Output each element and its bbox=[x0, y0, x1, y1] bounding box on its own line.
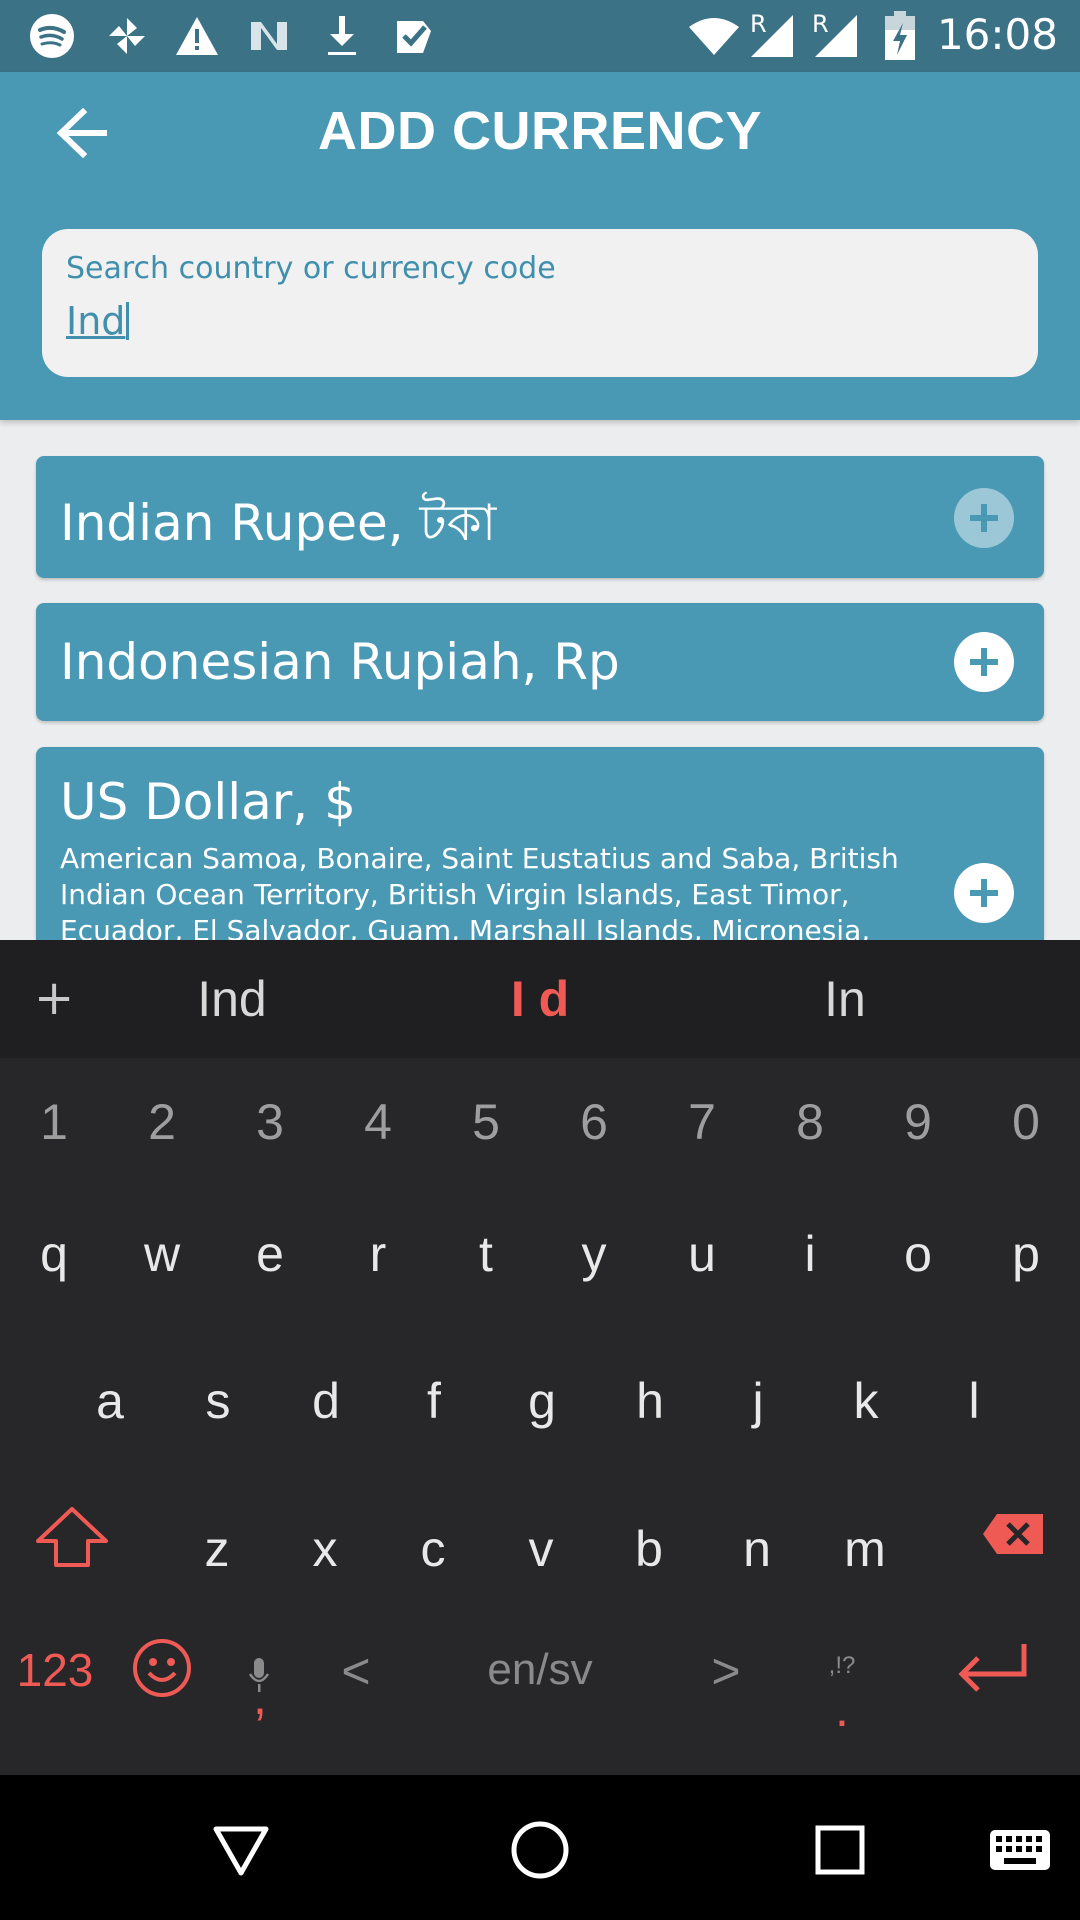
status-bar: R R 16:08 bbox=[0, 0, 1080, 72]
enter-icon bbox=[954, 1640, 1030, 1710]
pinwheel-icon bbox=[103, 12, 151, 60]
roaming-label: R bbox=[750, 10, 767, 38]
key-e[interactable]: e bbox=[230, 1225, 310, 1283]
key-p[interactable]: p bbox=[986, 1225, 1066, 1283]
comma-key[interactable]: , bbox=[220, 1668, 300, 1726]
key-r[interactable]: r bbox=[338, 1225, 418, 1283]
cursor-right-key[interactable]: > bbox=[686, 1642, 766, 1700]
back-nav-button[interactable] bbox=[206, 1815, 276, 1885]
enter-key[interactable] bbox=[950, 1640, 1034, 1710]
keyboard-icon bbox=[988, 1828, 1052, 1872]
currency-item-indonesian-rupiah[interactable]: Indonesian Rupiah, Rp bbox=[36, 603, 1044, 721]
key-m[interactable]: m bbox=[825, 1520, 905, 1578]
key-1[interactable]: 1 bbox=[14, 1093, 94, 1151]
home-nav-button[interactable] bbox=[505, 1815, 575, 1885]
currency-name: Indonesian Rupiah, Rp bbox=[60, 633, 620, 691]
key-5[interactable]: 5 bbox=[446, 1093, 526, 1151]
download-icon bbox=[318, 12, 366, 60]
key-k[interactable]: k bbox=[826, 1372, 906, 1430]
warning-icon bbox=[173, 12, 221, 60]
key-9[interactable]: 9 bbox=[878, 1093, 958, 1151]
key-c[interactable]: c bbox=[393, 1520, 473, 1578]
add-currency-button[interactable] bbox=[954, 488, 1014, 548]
numbers-mode-key[interactable]: 123 bbox=[10, 1643, 100, 1697]
key-t[interactable]: t bbox=[446, 1225, 526, 1283]
key-a[interactable]: a bbox=[70, 1372, 150, 1430]
key-s[interactable]: s bbox=[178, 1372, 258, 1430]
add-currency-button[interactable] bbox=[954, 632, 1014, 692]
app-bar: ADD CURRENCY Search country or currency … bbox=[0, 72, 1080, 420]
key-6[interactable]: 6 bbox=[554, 1093, 634, 1151]
key-d[interactable]: d bbox=[286, 1372, 366, 1430]
backspace-key[interactable] bbox=[978, 1510, 1048, 1568]
recents-square-icon bbox=[814, 1824, 866, 1876]
plus-icon bbox=[967, 876, 1001, 910]
key-h[interactable]: h bbox=[610, 1372, 690, 1430]
punctuation-hint: ,!? bbox=[828, 1652, 856, 1679]
roaming-label: R bbox=[812, 10, 829, 38]
spacebar[interactable]: en/sv bbox=[440, 1645, 640, 1695]
navigation-bar bbox=[0, 1775, 1080, 1920]
key-n[interactable]: n bbox=[717, 1520, 797, 1578]
key-8[interactable]: 8 bbox=[770, 1093, 850, 1151]
key-f[interactable]: f bbox=[394, 1372, 474, 1430]
suggestion-left[interactable]: Ind bbox=[132, 970, 332, 1028]
key-7[interactable]: 7 bbox=[662, 1093, 742, 1151]
period-key[interactable]: . bbox=[802, 1680, 882, 1738]
text-caret bbox=[126, 302, 130, 340]
suggestion-bar: + Ind I d In bbox=[0, 940, 1080, 1058]
key-w[interactable]: w bbox=[122, 1225, 202, 1283]
key-q[interactable]: q bbox=[14, 1225, 94, 1283]
back-triangle-icon bbox=[212, 1823, 270, 1877]
spotify-icon bbox=[28, 12, 76, 60]
key-i[interactable]: i bbox=[770, 1225, 850, 1283]
shift-key[interactable] bbox=[28, 1505, 116, 1581]
key-b[interactable]: b bbox=[609, 1520, 689, 1578]
soft-keyboard: + Ind I d In 1234567890 qwertyuiop asdfg… bbox=[0, 940, 1080, 1775]
recents-nav-button[interactable] bbox=[805, 1815, 875, 1885]
key-3[interactable]: 3 bbox=[230, 1093, 310, 1151]
search-value: Ind bbox=[66, 299, 126, 343]
key-v[interactable]: v bbox=[501, 1520, 581, 1578]
key-g[interactable]: g bbox=[502, 1372, 582, 1430]
key-l[interactable]: l bbox=[934, 1372, 1014, 1430]
cursor-left-key[interactable]: < bbox=[316, 1642, 396, 1700]
search-label: Search country or currency code bbox=[66, 251, 556, 286]
currency-name: US Dollar, $ bbox=[60, 773, 356, 831]
emoji-key[interactable] bbox=[122, 1637, 202, 1711]
key-2[interactable]: 2 bbox=[122, 1093, 202, 1151]
wifi-icon bbox=[686, 12, 742, 60]
plus-icon bbox=[967, 501, 1001, 535]
key-j[interactable]: j bbox=[718, 1372, 798, 1430]
battery-charging-icon bbox=[880, 11, 920, 60]
key-u[interactable]: u bbox=[662, 1225, 742, 1283]
search-value-wrap: Ind bbox=[66, 299, 130, 343]
search-input[interactable]: Search country or currency code Ind bbox=[42, 229, 1038, 377]
key-z[interactable]: z bbox=[177, 1520, 257, 1578]
key-4[interactable]: 4 bbox=[338, 1093, 418, 1151]
n-icon bbox=[245, 12, 293, 60]
keyboard-switch-button[interactable] bbox=[985, 1815, 1055, 1885]
home-circle-icon bbox=[510, 1820, 570, 1880]
suggestion-right[interactable]: In bbox=[745, 970, 945, 1028]
add-currency-button[interactable] bbox=[954, 863, 1014, 923]
key-o[interactable]: o bbox=[878, 1225, 958, 1283]
currency-name: Indian Rupee, টকা bbox=[60, 494, 497, 552]
plus-icon bbox=[967, 645, 1001, 679]
check-icon bbox=[390, 12, 438, 60]
key-y[interactable]: y bbox=[554, 1225, 634, 1283]
shift-icon bbox=[34, 1505, 110, 1581]
key-x[interactable]: x bbox=[285, 1520, 365, 1578]
page-title: ADD CURRENCY bbox=[317, 101, 762, 161]
clock: 16:08 bbox=[936, 10, 1058, 59]
currency-item-us-dollar[interactable]: US Dollar, $ American Samoa, Bonaire, Sa… bbox=[36, 747, 1044, 967]
currency-item-indian-rupee[interactable]: Indian Rupee, টকা bbox=[36, 456, 1044, 578]
key-0[interactable]: 0 bbox=[986, 1093, 1066, 1151]
add-word-button[interactable]: + bbox=[34, 970, 74, 1026]
emoji-icon bbox=[131, 1637, 193, 1711]
backspace-icon bbox=[981, 1510, 1045, 1568]
suggestion-center[interactable]: I d bbox=[440, 970, 640, 1028]
